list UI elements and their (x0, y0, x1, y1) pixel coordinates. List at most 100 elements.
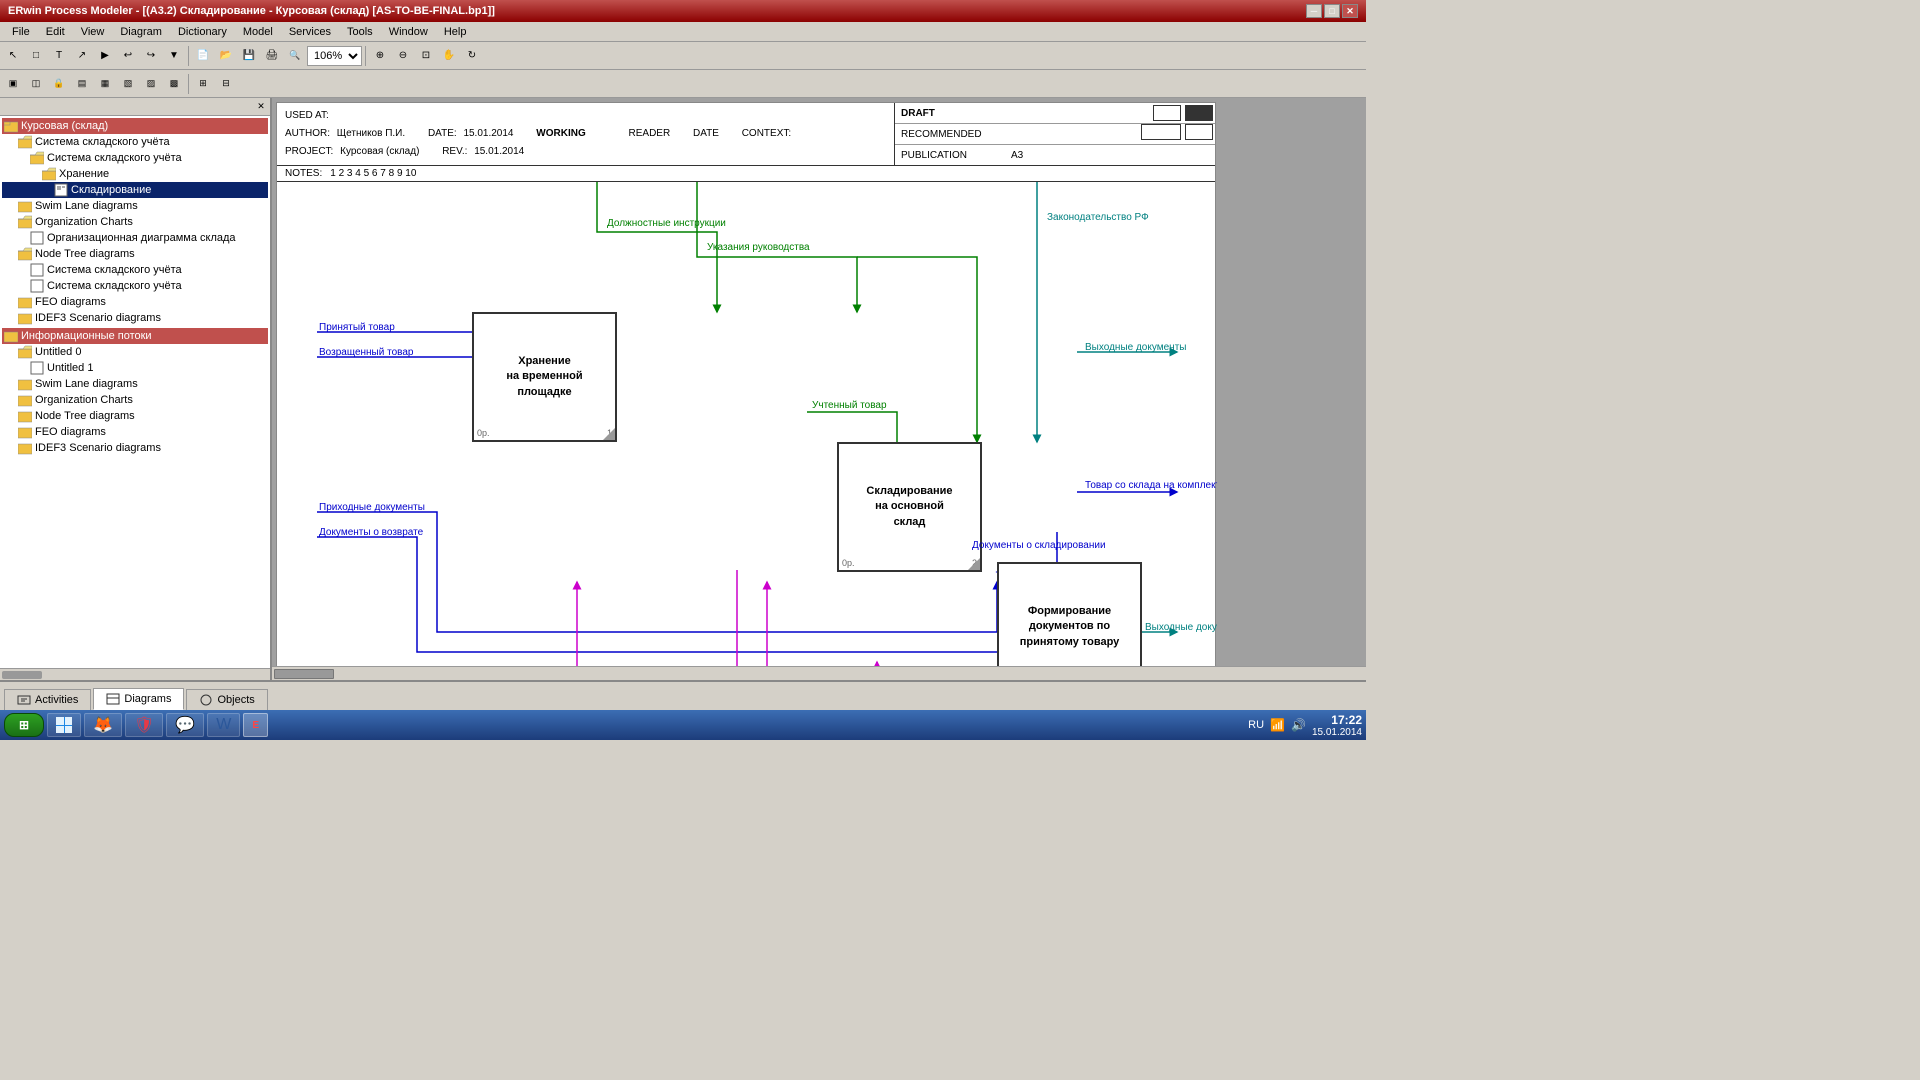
tree-item-orgcharts2[interactable]: Organization Charts (2, 392, 268, 408)
activity-box-2[interactable]: Складированиена основнойсклад 0р. 2 (837, 442, 982, 572)
taskbar-word-btn[interactable]: W (207, 713, 240, 737)
scroll-thumb[interactable] (274, 669, 334, 679)
tb2-btn8[interactable]: ▩ (163, 73, 185, 95)
box2-title: Складированиена основнойсклад (866, 484, 952, 530)
tree-item-nodetree-d1[interactable]: Система складского учёта (2, 262, 268, 278)
diagram-icon5 (30, 361, 44, 375)
tb2-btn7[interactable]: ▨ (140, 73, 162, 95)
activity-box-1[interactable]: Хранениена временнойплощадке 0р. 1 (472, 312, 617, 442)
label-prinyatyj: Принятый товар (319, 322, 395, 333)
menu-services[interactable]: Services (281, 24, 339, 40)
open-btn[interactable]: 📂 (215, 45, 237, 67)
working-label: WORKING (536, 128, 585, 139)
fit-btn[interactable]: ⊡ (415, 45, 437, 67)
panel-scrollbar-h[interactable] (0, 668, 270, 680)
sep1 (188, 46, 189, 66)
menu-dictionary[interactable]: Dictionary (170, 24, 235, 40)
titlebar: ERwin Process Modeler - [(A3.2) Складиро… (0, 0, 1366, 22)
pan-btn[interactable]: ✋ (438, 45, 460, 67)
refresh-btn[interactable]: ↻ (461, 45, 483, 67)
zoom-select[interactable]: 106% 100% 75% 50% (307, 46, 362, 66)
zoom-in-btn[interactable]: ⊕ (369, 45, 391, 67)
taskbar-windows-btn[interactable] (47, 713, 81, 737)
notes-row: NOTES: 1 2 3 4 5 6 7 8 9 10 (277, 166, 1215, 182)
save-btn[interactable]: 💾 (238, 45, 260, 67)
down-arrow-btn[interactable]: ▼ (163, 45, 185, 67)
menu-help[interactable]: Help (436, 24, 475, 40)
taskbar-skype-btn[interactable]: 💬 (166, 713, 204, 737)
diagram-scrollbar-h[interactable] (272, 666, 1366, 680)
tab-diagrams[interactable]: Diagrams (93, 688, 184, 710)
play-btn[interactable]: ▶ (94, 45, 116, 67)
date-display: 15.01.2014 (1312, 727, 1362, 738)
folder-icon10 (18, 393, 32, 407)
titlebar-buttons: ─ □ ✕ (1306, 4, 1358, 18)
tree-item-nodetree1[interactable]: Node Tree diagrams (2, 246, 268, 262)
folder-icon4 (18, 247, 32, 261)
text-tool-btn[interactable]: T (48, 45, 70, 67)
menu-file[interactable]: File (4, 24, 38, 40)
ctx-box-4 (1185, 124, 1213, 140)
tb2-btn4[interactable]: ▤ (71, 73, 93, 95)
menu-window[interactable]: Window (381, 24, 436, 40)
zoom-out-btn[interactable]: ⊖ (392, 45, 414, 67)
tb2-btn6[interactable]: ▧ (117, 73, 139, 95)
arrow-tool-btn[interactable]: ↗ (71, 45, 93, 67)
tb2-btn2[interactable]: ◫ (25, 73, 47, 95)
tree-item-idef3-2[interactable]: IDEF3 Scenario diagrams (2, 440, 268, 456)
close-button[interactable]: ✕ (1342, 4, 1358, 18)
statusbar: Activities Diagrams Objects (0, 680, 1366, 710)
label-tovar-sklad: Товар со склада на комплектование (1085, 480, 1217, 491)
restore-button[interactable]: □ (1324, 4, 1340, 18)
label-prihodnye: Приходные документы (319, 502, 425, 513)
panel-close-btn[interactable]: ✕ (254, 100, 268, 114)
diagram-scroll[interactable]: USED AT: AUTHOR: Щетников П.И. DATE: 15.… (272, 98, 1366, 666)
tree-item-l1-1[interactable]: Система складского учёта (2, 134, 268, 150)
tree-item-orgdiag1[interactable]: Организационная диаграмма склада (2, 230, 268, 246)
tb2-btn5[interactable]: ▦ (94, 73, 116, 95)
new-btn[interactable]: 📄 (192, 45, 214, 67)
redo-btn[interactable]: ↪ (140, 45, 162, 67)
minimize-button[interactable]: ─ (1306, 4, 1322, 18)
tb2-btn9[interactable]: ⊞ (192, 73, 214, 95)
tree-item-root[interactable]: Курсовая (склад) (2, 118, 268, 134)
label-dok-sklad: Документы о складировании (972, 540, 1106, 551)
label-vozvrashchennyj: Возращенный товар (319, 347, 413, 358)
tree-item-swimlane2[interactable]: Swim Lane diagrams (2, 376, 268, 392)
tree-item-l2-1[interactable]: Система складского учёта (2, 150, 268, 166)
taskbar-antivirus-btn[interactable]: 🛡 (125, 713, 163, 737)
tb2-btn1[interactable]: ▣ (2, 73, 24, 95)
taskbar-ff-btn[interactable]: 🦊 (84, 713, 122, 737)
label-uchtennyj: Учтенный товар (812, 400, 887, 411)
tree-item-feo1[interactable]: FEO diagrams (2, 294, 268, 310)
menu-edit[interactable]: Edit (38, 24, 73, 40)
diagram-header: USED AT: AUTHOR: Щетников П.И. DATE: 15.… (277, 103, 1215, 166)
tab-activities[interactable]: Activities (4, 689, 91, 710)
tb2-lock-btn[interactable]: 🔒 (48, 73, 70, 95)
tree-item-nodetree2[interactable]: Node Tree diagrams (2, 408, 268, 424)
activity-box-3[interactable]: Формированиедокументов попринятому товар… (997, 562, 1142, 666)
tree-item-idef3-1[interactable]: IDEF3 Scenario diagrams (2, 310, 268, 326)
start-button[interactable]: ⊞ (4, 713, 44, 737)
tree-item-untitled0[interactable]: Untitled 0 (2, 344, 268, 360)
menu-model[interactable]: Model (235, 24, 281, 40)
menubar: File Edit View Diagram Dictionary Model … (0, 22, 1366, 42)
undo-btn[interactable]: ↩ (117, 45, 139, 67)
rect-tool-btn[interactable]: □ (25, 45, 47, 67)
menu-view[interactable]: View (73, 24, 113, 40)
print-btn[interactable]: 🖨 (261, 45, 283, 67)
tree-item-l3-1[interactable]: Хранение (2, 166, 268, 182)
tab-objects[interactable]: Objects (186, 689, 267, 710)
select-tool-btn[interactable]: ↖ (2, 45, 24, 67)
menu-tools[interactable]: Tools (339, 24, 381, 40)
tree-item-orgcharts1[interactable]: Organization Charts (2, 214, 268, 230)
tree-item-swimlane1[interactable]: Swim Lane diagrams (2, 198, 268, 214)
tb2-btn10[interactable]: ⊟ (215, 73, 237, 95)
tree-item-untitled1[interactable]: Untitled 1 (2, 360, 268, 376)
taskbar-erwin-btn[interactable]: E (243, 713, 268, 737)
tree-item-feo2[interactable]: FEO diagrams (2, 424, 268, 440)
tree-item-nodetree-d2[interactable]: Система складского учёта (2, 278, 268, 294)
tree-item-skladirovanie[interactable]: Складирование (2, 182, 268, 198)
menu-diagram[interactable]: Diagram (112, 24, 170, 40)
tree-item-infoflows[interactable]: Информационные потоки (2, 328, 268, 344)
